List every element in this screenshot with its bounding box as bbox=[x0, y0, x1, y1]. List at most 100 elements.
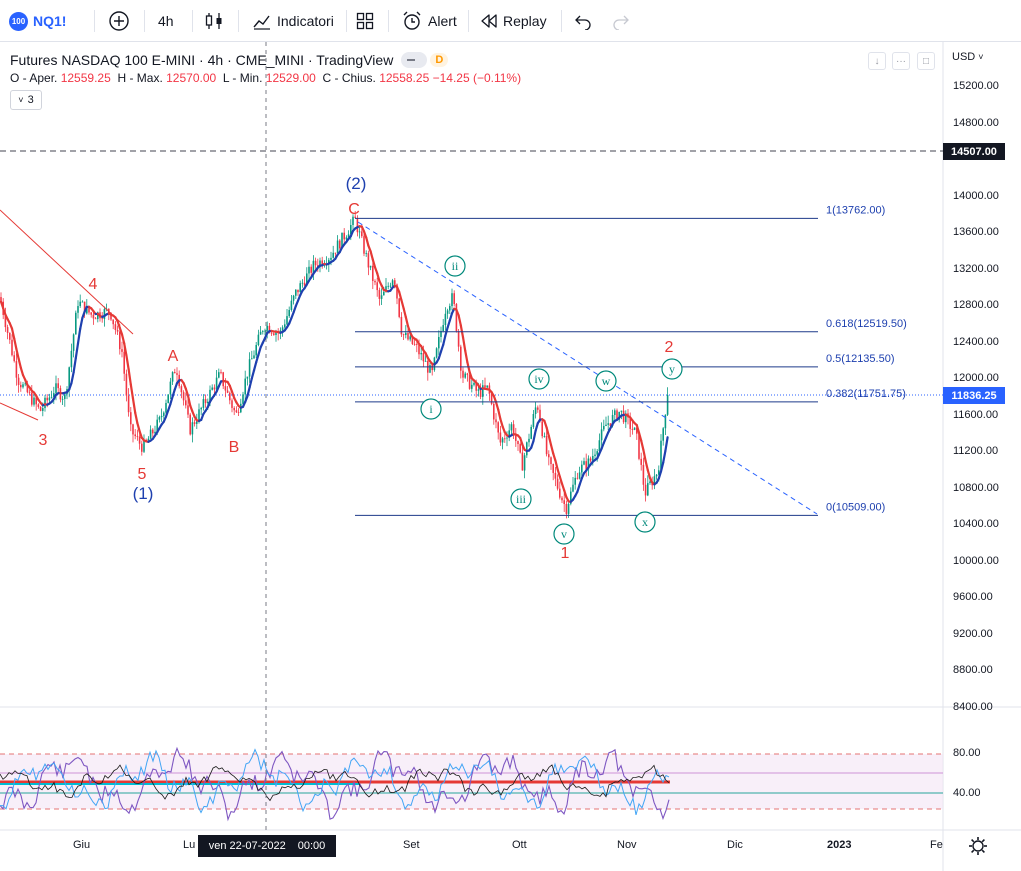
svg-text:v: v bbox=[561, 527, 567, 541]
candle bbox=[435, 347, 438, 359]
undo-icon bbox=[575, 15, 591, 30]
wave-label-red[interactable]: 5 bbox=[138, 466, 147, 483]
chevron-down-icon: ˅ bbox=[18, 95, 24, 105]
chevron-down-icon: ˅ bbox=[978, 52, 984, 62]
price-label: 10000.00 bbox=[953, 554, 999, 567]
alert-price-tag[interactable]: 14507.00 bbox=[943, 143, 1005, 160]
wave-label-red[interactable]: 2 bbox=[665, 339, 674, 356]
svg-text:w: w bbox=[602, 374, 611, 388]
candle bbox=[633, 427, 636, 431]
symbol-logo-icon[interactable]: 100 bbox=[9, 12, 28, 31]
close-value: 12558.25 bbox=[379, 71, 430, 85]
symbol-search-button[interactable]: NQ1! bbox=[33, 0, 66, 42]
undo-button[interactable] bbox=[574, 0, 592, 42]
candle bbox=[519, 442, 521, 454]
wave-label-circled[interactable]: iii bbox=[510, 488, 532, 510]
svg-text:iii: iii bbox=[516, 492, 527, 506]
crosshair-date-label: ven 22-07-2022 00:00 bbox=[198, 835, 336, 857]
high-label: H - Max. bbox=[117, 71, 163, 85]
svg-text:x: x bbox=[642, 515, 648, 529]
maximize-icon[interactable]: □ bbox=[917, 52, 935, 70]
fib-level-label: 0.382(11751.75) bbox=[826, 388, 906, 400]
rsi-label-40: 40.00 bbox=[953, 787, 981, 799]
replay-button[interactable]: Replay bbox=[480, 0, 547, 42]
settings-gear-icon[interactable] bbox=[969, 837, 987, 855]
wave-label-circled[interactable]: v bbox=[553, 523, 575, 545]
currency-selector[interactable]: USD ˅ bbox=[952, 51, 984, 63]
wave-label-red[interactable]: 3 bbox=[39, 432, 48, 449]
scroll-down-icon[interactable]: ↓ bbox=[868, 52, 886, 70]
time-label-2023: 2023 bbox=[827, 839, 852, 851]
wave-label-red[interactable]: 1 bbox=[561, 545, 570, 562]
price-label: 12400.00 bbox=[953, 335, 999, 348]
candle bbox=[455, 303, 458, 333]
wave-label-red[interactable]: C bbox=[348, 201, 360, 218]
wave-label-blue[interactable]: (2) bbox=[346, 174, 367, 193]
grid-layout-icon bbox=[356, 12, 374, 30]
chart-area[interactable]: 1(13762.00) 0.618(12519.50) 0.5(12135.50) 0… bbox=[0, 42, 1021, 871]
alert-label: Alert bbox=[428, 13, 457, 29]
candle bbox=[75, 310, 77, 335]
chart-type-button[interactable] bbox=[204, 0, 224, 42]
price-label: 8400.00 bbox=[953, 701, 993, 713]
price-label: 8800.00 bbox=[953, 664, 993, 677]
replay-rewind-icon bbox=[481, 14, 497, 28]
time-label-fe: Fe bbox=[930, 839, 943, 851]
rsi-label-80: 80.00 bbox=[953, 747, 981, 759]
wave-label-blue[interactable]: (1) bbox=[133, 484, 154, 503]
price-label: 10800.00 bbox=[953, 481, 999, 494]
wave-label-red[interactable]: A bbox=[168, 348, 179, 365]
svg-text:y: y bbox=[669, 362, 675, 376]
low-value: 12529.00 bbox=[265, 71, 316, 85]
currency-label: USD bbox=[952, 51, 976, 63]
wave-label-circled[interactable]: w bbox=[595, 370, 617, 392]
price-label: 14800.00 bbox=[953, 116, 999, 129]
price-label: 11600.00 bbox=[953, 408, 999, 421]
legend-title: Futures NASDAQ 100 E-MINI · 4h · CME_MIN… bbox=[10, 52, 394, 68]
time-label-ott: Ott bbox=[512, 839, 527, 851]
fib-level-label: 0.618(12519.50) bbox=[826, 318, 907, 330]
wave-label-red[interactable]: 4 bbox=[89, 276, 98, 293]
wave-label-circled[interactable]: ii bbox=[444, 255, 466, 277]
redo-icon bbox=[613, 15, 629, 30]
last-price-tag: 11836.25 bbox=[943, 387, 1005, 404]
price-pane bbox=[0, 42, 943, 871]
price-label: 13600.00 bbox=[953, 226, 999, 239]
price-label: 12000.00 bbox=[953, 372, 999, 385]
wave-label-circled[interactable]: i bbox=[420, 398, 442, 420]
toolbar-divider bbox=[192, 10, 193, 32]
price-label: 15200.00 bbox=[953, 80, 999, 92]
chart-canvas[interactable]: 1(13762.00) 0.618(12519.50) 0.5(12135.50) 0… bbox=[0, 42, 1021, 871]
interval-button[interactable]: 4h bbox=[158, 0, 174, 42]
wave-label-red[interactable]: B bbox=[229, 439, 240, 456]
time-label-nov: Nov bbox=[617, 839, 637, 851]
replay-label: Replay bbox=[503, 13, 547, 29]
crosshair-date: ven 22-07-2022 bbox=[208, 840, 286, 852]
indicators-collapse-button[interactable]: ˅ 3 bbox=[10, 90, 42, 110]
indicator-count: 3 bbox=[27, 94, 34, 106]
alarm-clock-icon bbox=[403, 11, 421, 30]
toolbar-divider bbox=[238, 10, 239, 32]
alert-button[interactable]: Alert bbox=[401, 0, 457, 42]
compare-symbol-button[interactable] bbox=[108, 0, 130, 42]
chart-legend: Futures NASDAQ 100 E-MINI · 4h · CME_MIN… bbox=[10, 52, 521, 110]
toolbar-divider bbox=[94, 10, 95, 32]
svg-text:iv: iv bbox=[534, 372, 543, 386]
time-label-lu: Lu bbox=[183, 839, 196, 851]
indicators-button[interactable]: Indicatori bbox=[251, 0, 334, 42]
close-label: C - Chius. bbox=[322, 71, 376, 85]
more-options-icon[interactable]: ··· bbox=[892, 52, 910, 70]
price-label: 10400.00 bbox=[953, 518, 999, 531]
wave-label-circled[interactable]: iv bbox=[528, 368, 550, 390]
redo-button[interactable] bbox=[612, 0, 630, 42]
top-toolbar: 100 NQ1! 4h Indicatori Alert Replay bbox=[0, 0, 1021, 42]
market-status-icon[interactable] bbox=[401, 52, 428, 68]
wave-label-circled[interactable]: x bbox=[634, 511, 656, 533]
toolbar-divider bbox=[144, 10, 145, 32]
layouts-button[interactable] bbox=[356, 0, 374, 42]
open-label: O - Aper. bbox=[10, 71, 58, 85]
price-label: 9200.00 bbox=[953, 627, 993, 640]
data-delay-badge[interactable]: D bbox=[430, 53, 449, 67]
wave-label-circled[interactable]: y bbox=[661, 358, 683, 380]
price-label: 14000.00 bbox=[953, 189, 999, 202]
